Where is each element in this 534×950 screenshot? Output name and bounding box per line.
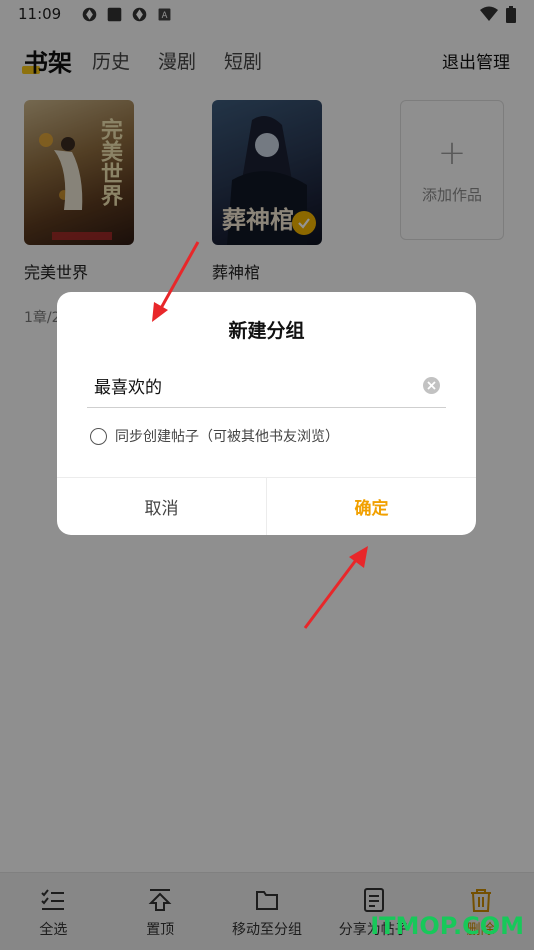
- confirm-button[interactable]: 确定: [267, 478, 476, 535]
- sync-post-radio[interactable]: [90, 427, 107, 445]
- watermark: ITMOP.COM: [370, 912, 524, 940]
- sync-post-label: 同步创建帖子（可被其他书友浏览）: [115, 429, 339, 445]
- cancel-button[interactable]: 取消: [57, 478, 267, 535]
- group-name-input[interactable]: [94, 375, 414, 396]
- sync-post-option[interactable]: 同步创建帖子（可被其他书友浏览）: [90, 426, 339, 446]
- group-name-field[interactable]: [87, 364, 446, 408]
- clear-input-icon[interactable]: [423, 377, 440, 394]
- new-group-dialog: 新建分组 同步创建帖子（可被其他书友浏览） 取消 确定: [57, 292, 476, 535]
- dialog-title: 新建分组: [228, 320, 305, 342]
- dialog-actions: 取消 确定: [57, 477, 476, 535]
